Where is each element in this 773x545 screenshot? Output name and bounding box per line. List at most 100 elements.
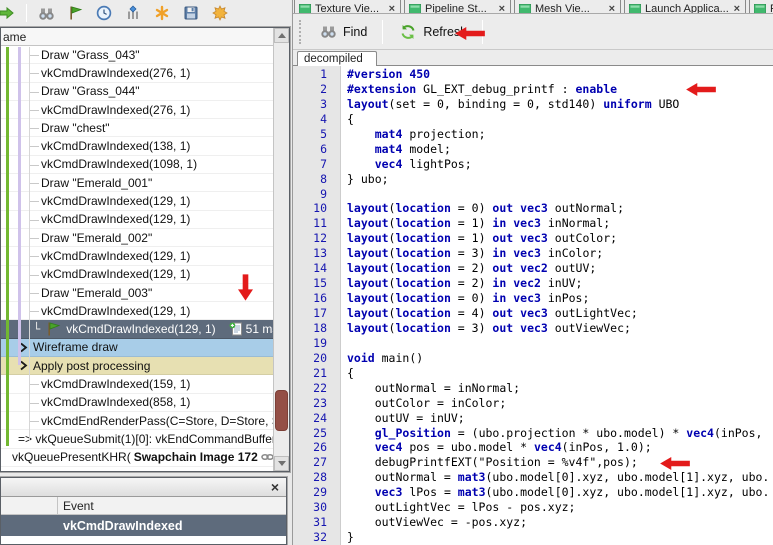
event-row[interactable]: vkCmdDrawIndexed(138, 1) [1, 137, 273, 155]
line-number: 13 [293, 246, 327, 261]
tab-res[interactable]: Res... [749, 0, 773, 13]
code-text: #version 450 [327, 67, 430, 82]
code-line: 4{ [293, 112, 773, 127]
code-text: { [327, 112, 354, 127]
event-row[interactable]: vkCmdDrawIndexed(129, 1) [1, 247, 273, 265]
find-icon [318, 22, 338, 42]
code-line: 29 vec3 lPos = mat3(ubo.model[0].xyz, ub… [293, 485, 773, 500]
event-row[interactable]: vkCmdDrawIndexed(1098, 1) [1, 156, 273, 174]
code-text: debugPrintfEXT("Position = %v4f",pos); [327, 455, 638, 470]
code-text: vec3 lPos = mat3(ubo.model[0].xyz, ubo.m… [327, 485, 769, 500]
event-row[interactable]: Draw "chest" [1, 119, 273, 137]
event-row[interactable]: => vkQueueSubmit(1)[0]: vkEndCommandBuff… [1, 430, 273, 448]
event-row[interactable]: vkCmdDrawIndexed(129, 1) [1, 211, 273, 229]
event-row[interactable]: vkQueuePresentKHR(Swapchain Image 172) [1, 449, 273, 467]
window-icon [629, 4, 641, 14]
code-text: void main() [327, 351, 423, 366]
asterisk-icon[interactable] [152, 3, 172, 23]
messages-badge[interactable]: 51 msg(s) [229, 322, 273, 336]
tab-texturevie[interactable]: Texture Vie...× [294, 0, 401, 13]
scrollbar-thumb[interactable] [275, 390, 288, 431]
tab-meshvie[interactable]: Mesh Vie...× [514, 0, 621, 13]
bookmark-flag-icon[interactable] [65, 3, 85, 23]
messages-icon [229, 322, 243, 336]
save-icon[interactable] [181, 3, 201, 23]
clock-icon[interactable] [94, 3, 114, 23]
line-number: 17 [293, 306, 327, 321]
event-row[interactable]: Draw "Grass_043" [1, 46, 273, 64]
event-row[interactable]: Wireframe draw [1, 339, 273, 357]
event-row[interactable]: vkCmdDrawIndexed(276, 1) [1, 64, 273, 82]
code-text: outNormal = mat3(ubo.model[0].xyz, ubo.m… [327, 470, 769, 485]
line-number: 18 [293, 321, 327, 336]
event-tree: Draw "Grass_043" vkCmdDrawIndexed(276, 1)… [1, 46, 273, 471]
triangle-down-icon [278, 461, 286, 466]
code-line: 19 [293, 336, 773, 351]
line-number: 19 [293, 336, 327, 351]
code-text: layout(location = 0) in vec3 inPos; [327, 291, 589, 306]
code-text: outUV = inUV; [327, 411, 465, 426]
marker-guide-purple [18, 47, 21, 365]
resource-name: Swapchain Image 172 [134, 450, 258, 464]
code-line: 18layout(location = 3) out vec3 outViewV… [293, 321, 773, 336]
close-icon[interactable]: × [499, 3, 505, 14]
event-row[interactable]: vkCmdDrawIndexed(159, 1) [1, 375, 273, 393]
close-icon[interactable]: × [609, 3, 615, 14]
line-number: 5 [293, 127, 327, 142]
find-icon[interactable] [36, 3, 56, 23]
line-number: 6 [293, 142, 327, 157]
name-column-header[interactable]: ame [1, 28, 273, 46]
event-row[interactable]: vkCmdDrawIndexed(858, 1) [1, 394, 273, 412]
event-row[interactable]: Draw "Emerald_003" [1, 284, 273, 302]
window-icon [519, 4, 531, 14]
close-icon[interactable]: × [734, 3, 740, 14]
event-row[interactable]: vkCmdEndRenderPass(C=Store, D=Store, S=.… [1, 412, 273, 430]
line-number: 22 [293, 381, 327, 396]
line-number: 20 [293, 351, 327, 366]
event-row[interactable]: Draw "Grass_044" [1, 83, 273, 101]
code-text [327, 336, 347, 351]
event-row[interactable]: vkCmdDrawIndexed(276, 1) [1, 101, 273, 119]
code-text: { [327, 366, 354, 381]
tab-pipelinest[interactable]: Pipeline St...× [404, 0, 511, 13]
go-arrow-icon[interactable] [0, 3, 17, 23]
event-browser-scrollbar[interactable] [273, 28, 289, 471]
event-row[interactable]: vkCmdDrawIndexed(129, 1) [1, 192, 273, 210]
find-button[interactable]: Find [311, 17, 374, 47]
event-detail-panel: × Event vkCmdDrawIndexed [0, 477, 287, 545]
scroll-down-button[interactable] [274, 456, 289, 471]
annotation-arrow-line27 [660, 457, 690, 475]
event-row-label: Draw "chest" [41, 121, 110, 135]
event-column-header[interactable]: Event [58, 497, 286, 514]
event-row[interactable]: vkCmdDrawIndexed(129, 1) [1, 266, 273, 284]
code-line: 7 vec4 lightPos; [293, 157, 773, 172]
event-row[interactable]: Apply post processing [1, 357, 273, 375]
code-line: 24 outUV = inUV; [293, 411, 773, 426]
code-line: 5 mat4 projection; [293, 127, 773, 142]
tab-launchapplica[interactable]: Launch Applica...× [624, 0, 746, 13]
code-line: 15layout(location = 2) in vec2 inUV; [293, 276, 773, 291]
settings-star-icon[interactable] [210, 3, 230, 23]
close-icon[interactable]: × [271, 480, 279, 494]
code-text: layout(location = 0) out vec3 outNormal; [327, 201, 624, 216]
tab-decompiled[interactable]: decompiled [297, 51, 377, 66]
shader-source-editor[interactable]: 1#version 4502#extension GL_EXT_debug_pr… [293, 66, 773, 545]
code-text: outViewVec = -pos.xyz; [327, 515, 527, 530]
code-text: layout(set = 0, binding = 0, std140) uni… [327, 97, 679, 112]
event-row[interactable]: Draw "Emerald_001" [1, 174, 273, 192]
messages-count: 51 msg(s) [246, 322, 273, 336]
event-row[interactable]: vkCmdDrawIndexed(129, 1) [1, 302, 273, 320]
timeline-icon[interactable] [123, 3, 143, 23]
event-row-label: Draw "Grass_043" [41, 48, 140, 62]
event-row[interactable]: Draw "Emerald_002" [1, 229, 273, 247]
selected-event-name: vkCmdDrawIndexed [58, 519, 286, 533]
close-icon[interactable]: × [389, 3, 395, 14]
event-row-label: Draw "Emerald_002" [41, 231, 152, 245]
scroll-up-button[interactable] [274, 28, 289, 43]
code-line: 32} [293, 530, 773, 545]
event-row-selected[interactable]: └vkCmdDrawIndexed(129, 1)51 msg(s) [1, 320, 273, 338]
selected-event-row[interactable]: vkCmdDrawIndexed [1, 515, 286, 536]
code-text: layout(location = 3) in vec3 inColor; [327, 246, 603, 261]
triangle-up-icon [278, 33, 286, 38]
code-line: 28 outNormal = mat3(ubo.model[0].xyz, ub… [293, 470, 773, 485]
